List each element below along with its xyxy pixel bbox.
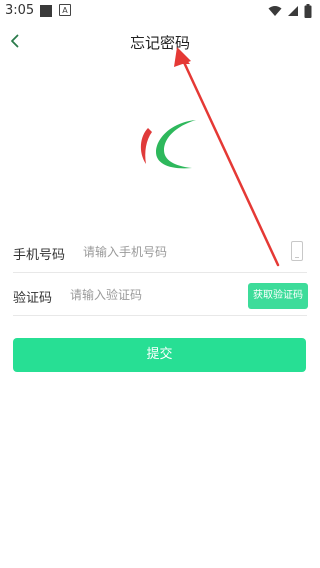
phone-row: 手机号码: [13, 232, 307, 273]
header: 忘记密码: [0, 24, 320, 60]
phone-icon: [291, 241, 303, 261]
signal-icon: [288, 6, 298, 16]
notification-square-icon: [40, 5, 52, 17]
status-time: 3:05: [5, 3, 35, 18]
phone-input[interactable]: [83, 242, 273, 262]
code-row: 验证码 获取验证码: [13, 275, 308, 316]
wifi-icon: [268, 6, 282, 16]
page-title: 忘记密码: [129, 34, 190, 52]
a-icon: A: [59, 4, 71, 16]
battery-icon: [304, 4, 312, 18]
submit-button[interactable]: 提交: [13, 338, 306, 372]
status-icons: [268, 4, 312, 18]
app-logo: [140, 120, 196, 169]
phone-label: 手机号码: [13, 248, 66, 263]
get-code-button[interactable]: 获取验证码: [248, 283, 308, 309]
code-label: 验证码: [13, 291, 53, 306]
status-bar: 3:05 A: [0, 0, 320, 24]
code-input[interactable]: [70, 285, 240, 305]
